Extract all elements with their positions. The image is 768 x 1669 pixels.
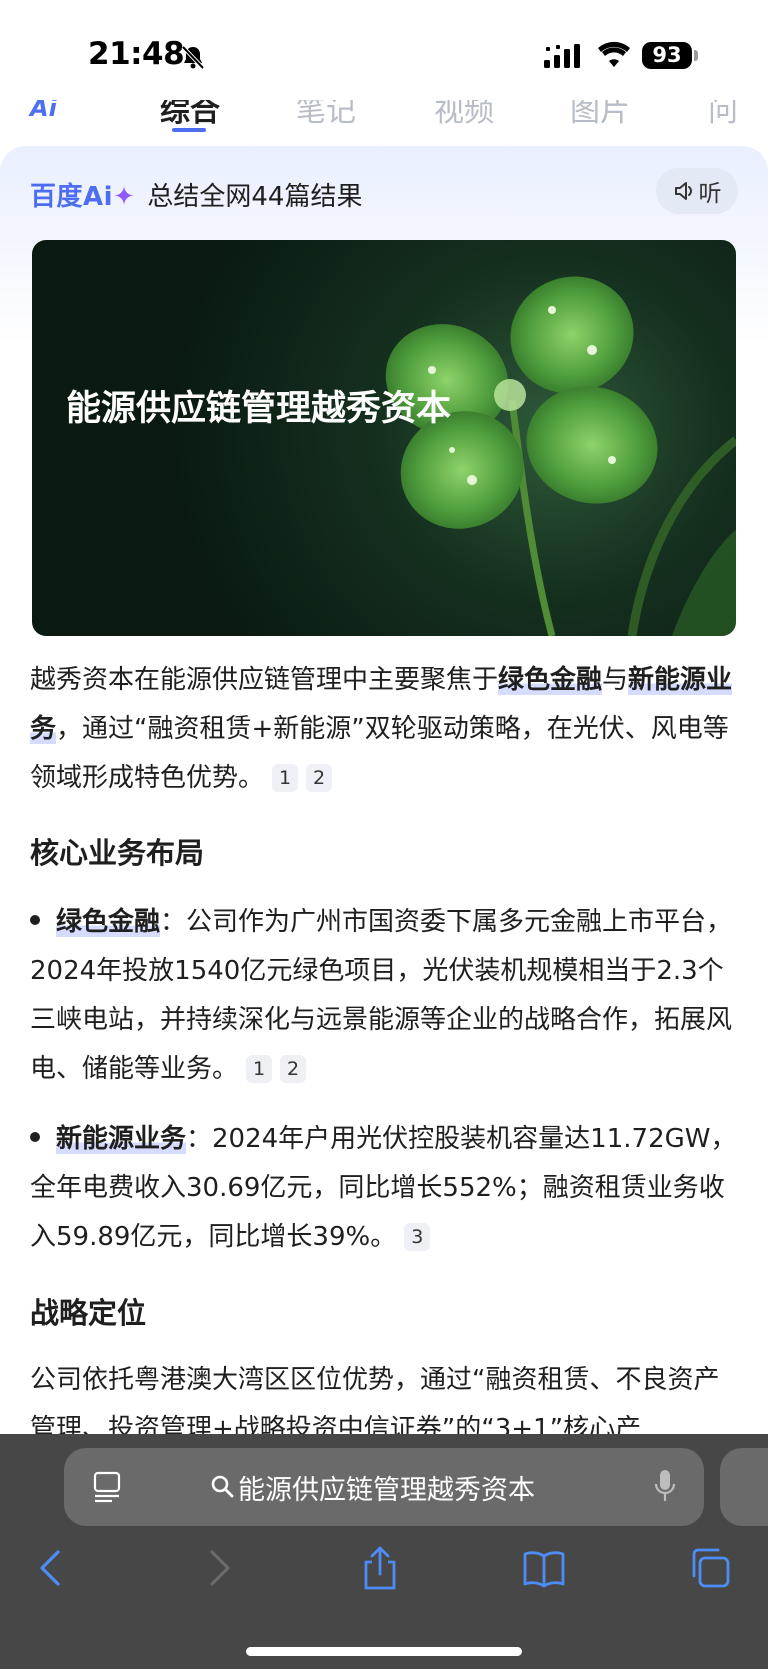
forward-icon[interactable] <box>196 1546 240 1590</box>
intro-paragraph: 越秀资本在能源供应链管理中主要聚焦于绿色金融与新能源业务，通过“融资租赁+新能源… <box>30 656 740 803</box>
battery-cap <box>694 50 698 61</box>
address-bar[interactable]: 能源供应链管理越秀资本 <box>64 1448 704 1526</box>
ai-summary-count: 总结全网44篇结果 <box>147 181 363 212</box>
citation-badge[interactable]: 1 <box>272 764 299 792</box>
bookmarks-icon[interactable] <box>522 1546 566 1590</box>
answer-intro: 越秀资本在能源供应链管理中主要聚焦于绿色金融与新能源业务，通过“融资租赁+新能源… <box>30 656 740 803</box>
intro-text-2: 与 <box>602 665 629 695</box>
intro-text-1: 越秀资本在能源供应链管理中主要聚焦于 <box>30 665 499 695</box>
ai-card-header: 百度Ai✦ 总结全网44篇结果 <box>30 174 362 214</box>
highlight-green-finance[interactable]: 绿色金融 <box>56 907 161 937</box>
citation-badge[interactable]: 1 <box>246 1055 273 1083</box>
tab-ai[interactable]: Ai <box>30 100 57 122</box>
page-menu-icon[interactable] <box>92 1470 122 1504</box>
highlight-green-finance[interactable]: 绿色金融 <box>498 665 603 695</box>
logo-text: 百度 <box>30 181 84 212</box>
baidu-ai-logo: 百度Ai✦ <box>30 176 135 213</box>
back-icon[interactable] <box>30 1546 74 1590</box>
microphone-icon[interactable] <box>654 1468 676 1504</box>
wifi-icon <box>598 41 630 67</box>
tab-notes[interactable]: 笔记 <box>296 100 356 130</box>
tabs-icon[interactable] <box>688 1546 732 1590</box>
citation-badge[interactable]: 3 <box>404 1223 431 1251</box>
next-tab-address-bar[interactable] <box>720 1448 768 1526</box>
hero-title: 能源供应链管理越秀资本 <box>66 389 452 429</box>
section-title-strategy: 战略定位 <box>30 1296 147 1330</box>
sparkle-icon: ✦ <box>113 181 136 212</box>
citation-badge[interactable]: 2 <box>306 764 333 792</box>
listen-label: 听 <box>698 181 722 207</box>
intro-text-3: ，通过“融资租赁+新能源”双轮驱动策略，在光伏、风电等领域形成特色优势。 <box>30 714 729 793</box>
tab-active-underline <box>172 128 206 132</box>
bullet-new-energy: 新能源业务：2024年户用光伏控股装机容量达11.72GW，全年电费收入30.6… <box>30 1115 740 1262</box>
citation-badge[interactable]: 2 <box>280 1055 307 1083</box>
clover-illustration <box>385 276 736 636</box>
share-icon[interactable] <box>358 1546 402 1590</box>
speaker-icon <box>674 182 692 200</box>
tab-images[interactable]: 图片 <box>570 100 630 130</box>
tab-general[interactable]: 综合 <box>160 100 220 130</box>
logo-ai-text: Ai <box>83 181 114 212</box>
status-bar: 21:48 93 <box>0 0 768 100</box>
hero-image[interactable]: 能源供应链管理越秀资本 <box>32 240 736 636</box>
home-indicator[interactable] <box>246 1647 522 1656</box>
bullet-paragraph: 新能源业务：2024年户用光伏控股装机容量达11.72GW，全年电费收入30.6… <box>30 1115 740 1262</box>
status-time: 21:48 <box>88 36 185 72</box>
search-icon <box>211 1475 234 1498</box>
tab-more[interactable]: 问 <box>708 100 738 130</box>
bell-slash-icon <box>181 45 205 70</box>
bullet-green-finance: 绿色金融：公司作为广州市国资委下属多元金融上市平台，2024年投放1540亿元绿… <box>30 898 740 1094</box>
section-title-core-business: 核心业务布局 <box>30 836 205 870</box>
highlight-new-energy[interactable]: 新能源业务 <box>56 1124 187 1154</box>
bullet-dot <box>30 1132 40 1142</box>
url-text: 能源供应链管理越秀资本 <box>238 1475 535 1506</box>
bullet-dot <box>30 915 40 925</box>
strategy-paragraph-container: 公司依托粤港澳大湾区区位优势，通过“融资租赁、不良资产管理、投资管理+战略投资中… <box>30 1356 740 1434</box>
listen-button[interactable]: 听 <box>656 168 738 214</box>
cellular-signal-icon <box>544 44 580 68</box>
tab-video[interactable]: 视频 <box>434 100 494 130</box>
bullet-paragraph: 绿色金融：公司作为广州市国资委下属多元金融上市平台，2024年投放1540亿元绿… <box>30 898 740 1094</box>
strategy-paragraph: 公司依托粤港澳大湾区区位优势，通过“融资租赁、不良资产管理、投资管理+战略投资中… <box>30 1365 720 1434</box>
battery-indicator: 93 <box>642 42 692 69</box>
search-tab-strip: Ai 综合 笔记 视频 图片 问 <box>0 100 768 138</box>
